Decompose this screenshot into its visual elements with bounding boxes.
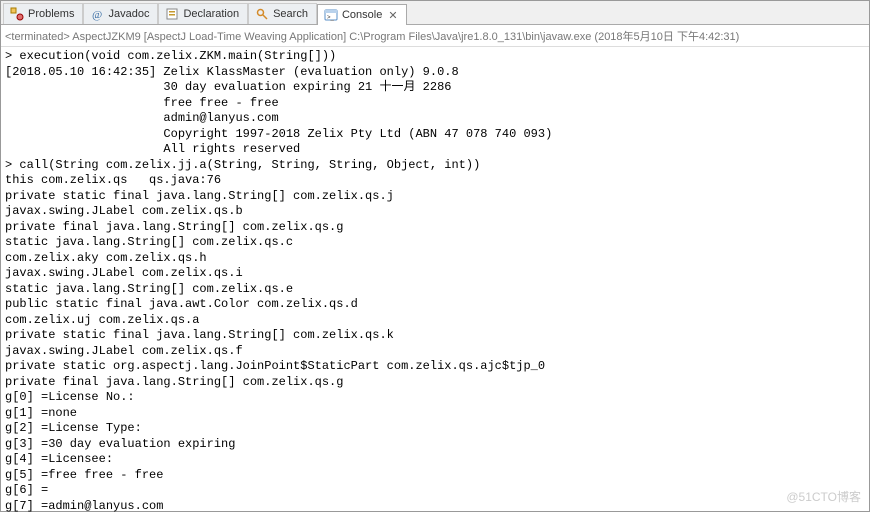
console-output: > execution(void com.zelix.ZKM.main(Stri… (1, 47, 869, 516)
terminated-status: <terminated> AspectJZKM9 [AspectJ Load-T… (1, 25, 869, 47)
svg-text:>_: >_ (327, 15, 335, 21)
console-icon: >_ (324, 8, 338, 22)
search-icon (255, 7, 269, 21)
tab-label: Declaration (183, 8, 239, 20)
svg-text:@: @ (92, 9, 102, 21)
javadoc-icon: @ (90, 7, 104, 21)
tab-bar: Problems @ Javadoc Declaration Search >_… (1, 1, 869, 25)
tab-label: Console (342, 9, 382, 21)
tab-search[interactable]: Search (248, 3, 317, 24)
tab-declaration[interactable]: Declaration (158, 3, 248, 24)
tab-javadoc[interactable]: @ Javadoc (83, 3, 158, 24)
tab-problems[interactable]: Problems (3, 3, 83, 24)
tab-label: Search (273, 8, 308, 20)
tab-console[interactable]: >_ Console ✕ (317, 4, 407, 25)
tab-label: Problems (28, 8, 74, 20)
problems-icon (10, 7, 24, 21)
declaration-icon (165, 7, 179, 21)
tab-label: Javadoc (108, 8, 149, 20)
close-icon[interactable]: ✕ (388, 9, 397, 22)
watermark: @51CTO博客 (786, 488, 861, 505)
